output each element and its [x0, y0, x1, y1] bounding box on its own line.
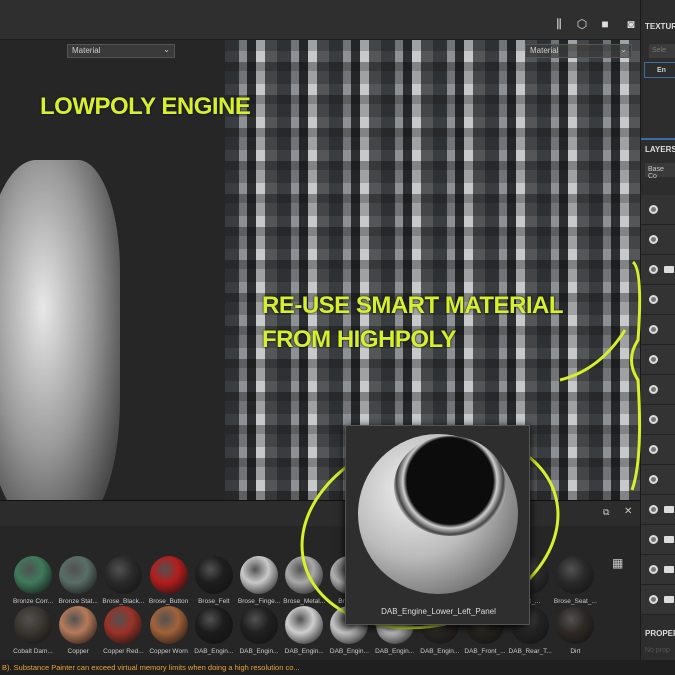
material-preview-popup: DAB_Engine_Lower_Left_Panel: [345, 425, 530, 625]
material-preview-label: DAB_Engine_Lower_Left_Panel: [381, 607, 496, 616]
status-bar: B). Substance Painter can exceed virtual…: [0, 660, 675, 675]
annotation-arrow: [559, 329, 627, 382]
annotation-strokes: [300, 260, 642, 630]
material-preview-highlight: [394, 436, 506, 536]
annotation-bracket: [630, 260, 642, 491]
